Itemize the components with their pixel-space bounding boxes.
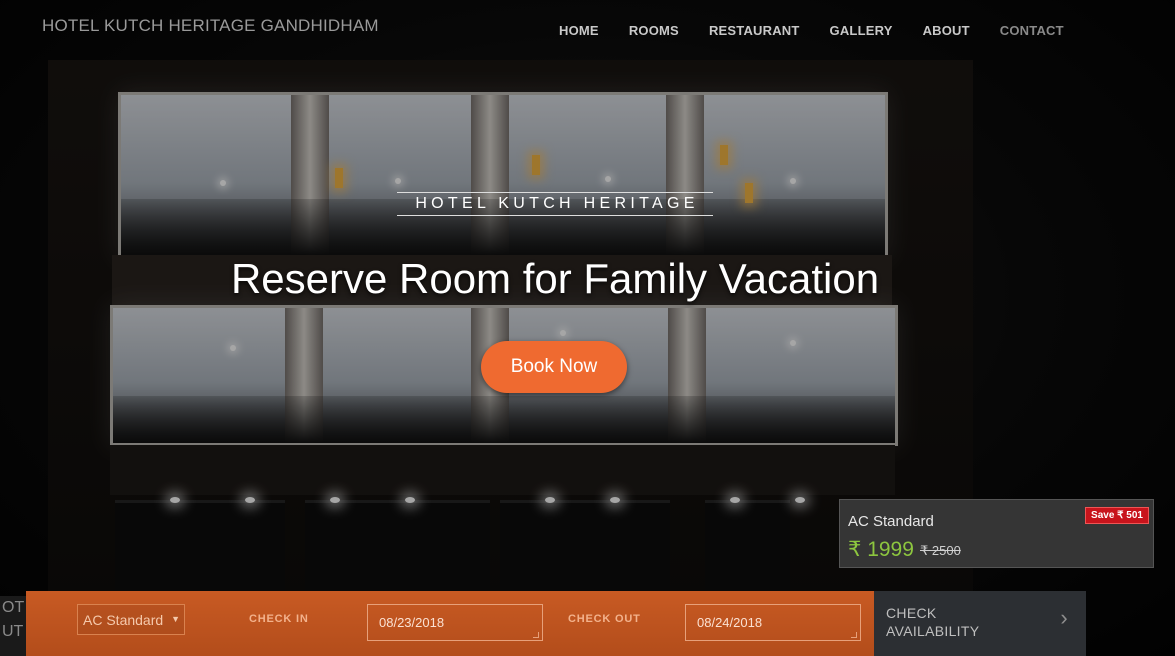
- room-price-card[interactable]: AC Standard Save ₹ 501 ₹ 1999 ₹ 2500: [839, 499, 1154, 568]
- check-out-field[interactable]: 08/24/2018: [685, 604, 861, 641]
- check-out-value: 08/24/2018: [697, 615, 763, 630]
- old-price: ₹ 2500: [920, 543, 961, 558]
- chevron-right-icon: ›: [1060, 605, 1068, 630]
- check-in-field[interactable]: 08/23/2018: [367, 604, 543, 641]
- nav-home[interactable]: HOME: [559, 23, 599, 38]
- nav-rooms[interactable]: ROOMS: [629, 23, 679, 38]
- check-in-label: CHECK IN: [249, 613, 309, 625]
- check-in-value: 08/23/2018: [379, 615, 445, 630]
- nav-restaurant[interactable]: RESTAURANT: [709, 23, 800, 38]
- check-availability-button[interactable]: CHECK AVAILABILITY ›: [874, 591, 1086, 656]
- check-availability-line2: AVAILABILITY: [886, 623, 980, 639]
- hero-headline: Reserve Room for Family Vacation: [230, 255, 880, 302]
- nav-contact[interactable]: CONTACT: [1000, 23, 1064, 38]
- booking-bar: AC Standard ▼ CHECK IN 08/23/2018 CHECK …: [26, 591, 874, 656]
- resize-grip-icon: [851, 632, 857, 638]
- resize-grip-icon: [533, 632, 539, 638]
- room-type-value: AC Standard: [83, 612, 164, 628]
- nav-about[interactable]: ABOUT: [923, 23, 970, 38]
- main-nav: HOME ROOMS RESTAURANT GALLERY ABOUT CONT…: [559, 23, 1094, 38]
- check-out-label: CHECK OUT: [568, 613, 641, 625]
- hero-subtitle: HOTEL KUTCH HERITAGE: [397, 192, 713, 216]
- current-price: ₹ 1999: [848, 538, 914, 561]
- site-brand[interactable]: HOTEL KUTCH HERITAGE GANDHIDHAM: [42, 16, 379, 36]
- book-now-button[interactable]: Book Now: [481, 341, 627, 393]
- save-badge: Save ₹ 501: [1085, 507, 1149, 524]
- dropdown-caret-icon: ▼: [171, 614, 180, 624]
- nav-gallery[interactable]: GALLERY: [830, 23, 893, 38]
- check-availability-line1: CHECK: [886, 605, 937, 621]
- room-type-select[interactable]: AC Standard ▼: [77, 604, 185, 635]
- room-name: AC Standard: [848, 513, 934, 530]
- offscreen-fragment: OT UT: [0, 596, 26, 656]
